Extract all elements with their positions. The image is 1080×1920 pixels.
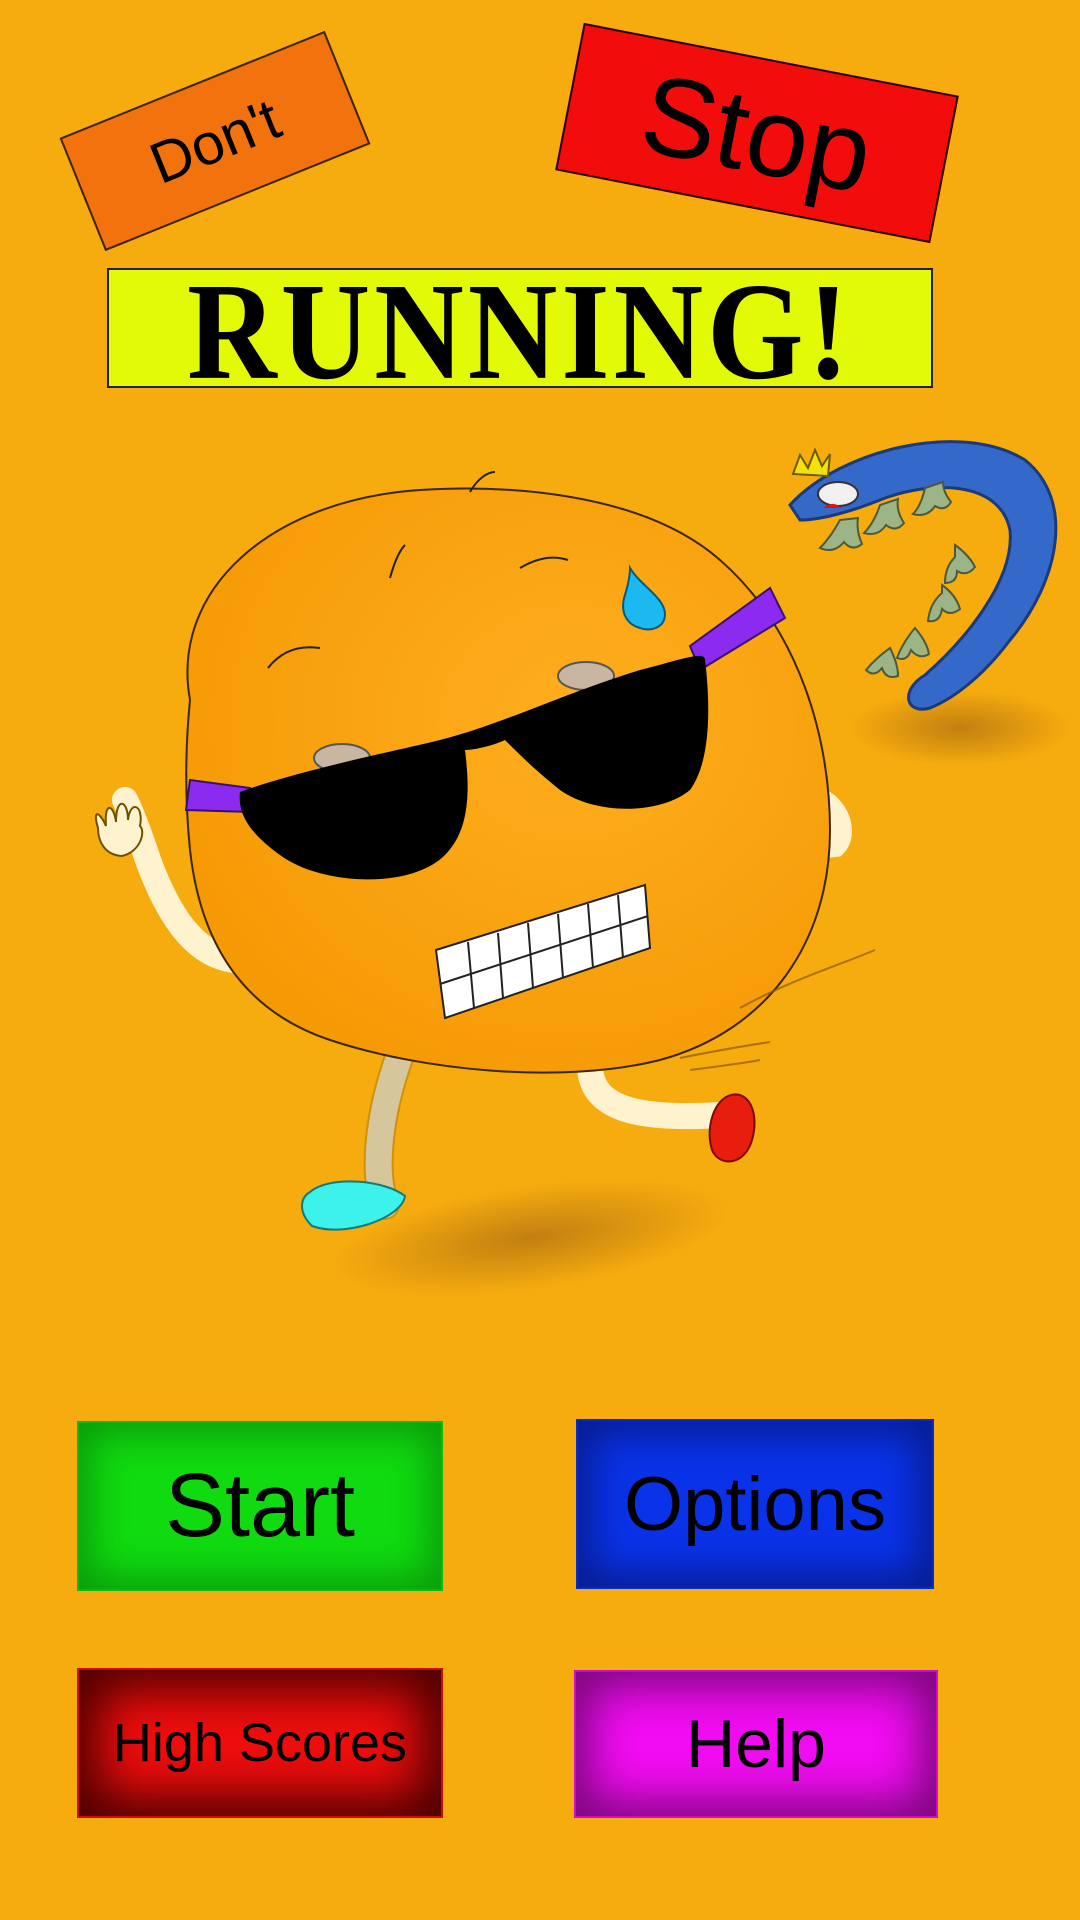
help-button[interactable]: Help: [574, 1670, 938, 1818]
high-scores-button[interactable]: High Scores: [77, 1668, 443, 1818]
worm-monster: [788, 440, 1058, 711]
help-button-label: Help: [686, 1706, 826, 1782]
high-scores-button-label: High Scores: [112, 1713, 408, 1773]
worm-shadow: [848, 690, 1072, 766]
start-button[interactable]: Start: [77, 1421, 443, 1591]
title-illustration: [94, 440, 1072, 1297]
options-button[interactable]: Options: [576, 1419, 934, 1589]
left-hand: [94, 802, 144, 858]
start-button-label: Start: [164, 1455, 356, 1556]
options-button-label: Options: [624, 1461, 886, 1547]
